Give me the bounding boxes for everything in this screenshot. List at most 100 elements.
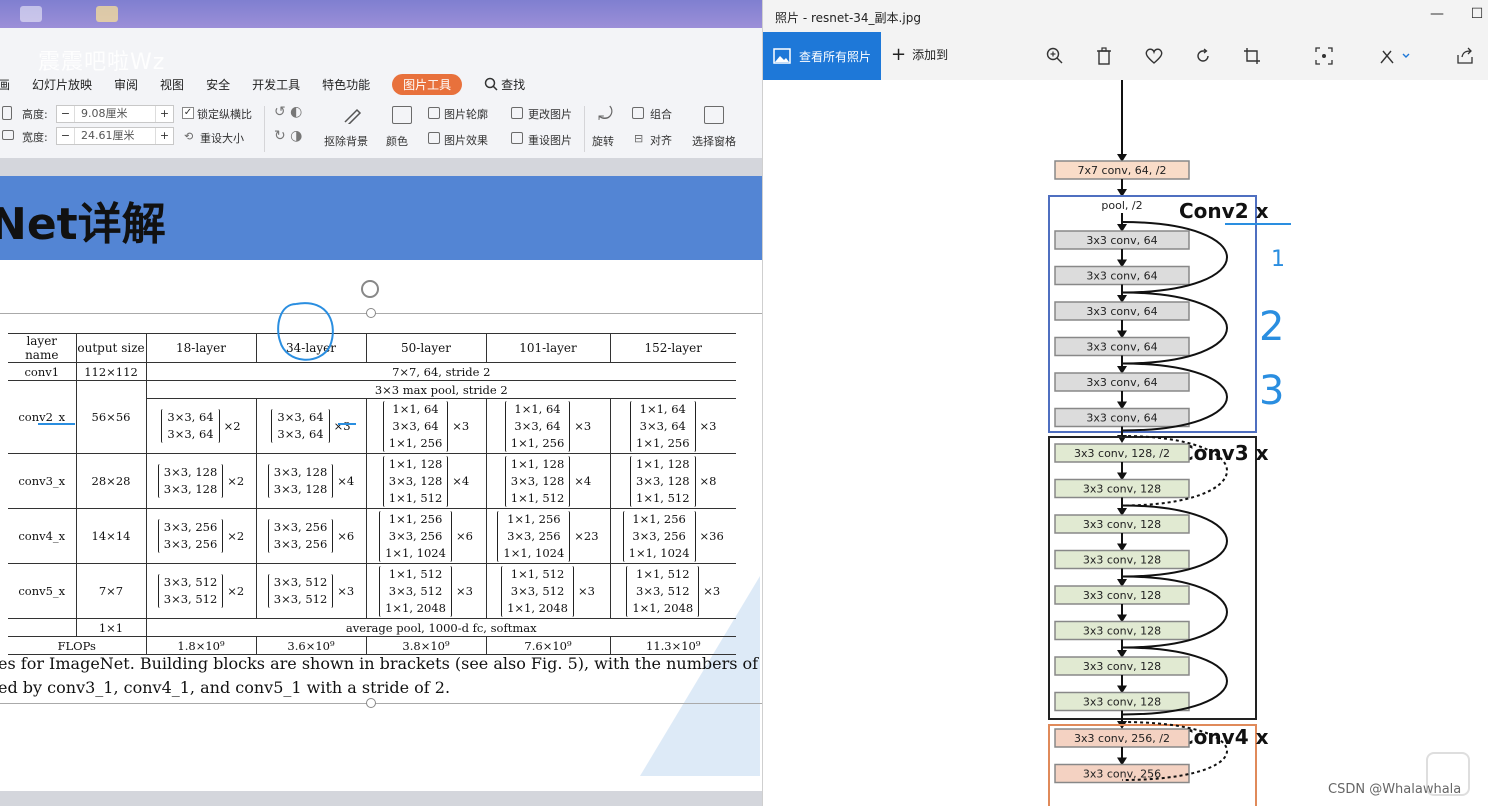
tab-picture-tools[interactable]: 图片工具 [392, 73, 463, 95]
conv3-label: Conv3 x [1179, 441, 1269, 465]
align-icon: ⊟ [634, 132, 644, 145]
reset-size-icon: ⟲ [184, 130, 194, 143]
group-icon [632, 107, 644, 119]
outline-icon [428, 107, 440, 119]
view-all-photos-label: 查看所有照片 [799, 49, 872, 64]
conv-layer-label: 3x3 conv, 128 [1083, 696, 1161, 709]
crop-icon[interactable] [1242, 46, 1262, 66]
conv-layer-label: 3x3 conv, 128 [1083, 625, 1161, 638]
reset-picture-icon [511, 132, 523, 144]
desktop-icon[interactable] [20, 6, 42, 22]
handwriting-annotations [38, 302, 356, 425]
change-picture-icon [511, 107, 523, 119]
picture-effect-button[interactable]: 图片效果 [444, 132, 488, 148]
width-field[interactable]: − 24.61厘米 + [56, 127, 174, 145]
resnet-diagram: 7x7 conv, 64, /2 pool, /2 Conv2 x 3x3 conv,… [1048, 80, 1291, 806]
add-to-label: 添加到 [912, 48, 949, 62]
handwriting-number: 1 [1271, 247, 1285, 272]
pool-label: pool, /2 [1101, 199, 1142, 212]
conv-layer-label: 3x3 conv, 256 [1083, 768, 1161, 781]
rotate-pic-icon[interactable]: ↻ ◑ [274, 128, 302, 144]
heart-icon[interactable] [1144, 46, 1164, 66]
crop-shape-icon[interactable]: ↺ ◐ [274, 104, 302, 120]
selection-pane-icon [704, 106, 724, 124]
zoom-in-icon[interactable] [1045, 46, 1065, 66]
remove-background-icon [342, 106, 362, 126]
photos-toolbar: 查看所有照片 + 添加到 [763, 32, 1488, 80]
enhance-icon[interactable] [1314, 46, 1334, 66]
folder-icon[interactable] [96, 6, 118, 22]
width-value: 24.61厘米 [81, 129, 135, 142]
width-increment-button[interactable]: + [155, 128, 173, 144]
change-picture-button[interactable]: 更改图片 [528, 106, 572, 122]
search-label: 查找 [501, 77, 526, 92]
group-button[interactable]: 组合 [650, 106, 672, 122]
conv-layer-label: 3x3 conv, 256, /2 [1074, 732, 1170, 745]
conv-layer-label: 3x3 conv, 64 [1086, 376, 1157, 389]
tab-security[interactable]: 安全 [206, 76, 230, 93]
slide[interactable]: Net详解 layer name output size 18-layer 34… [0, 176, 762, 791]
photo-icon [773, 48, 791, 64]
tab-view[interactable]: 视图 [160, 76, 184, 93]
conv-layer-label: 3x3 conv, 128 [1083, 483, 1161, 496]
menu-tabs: 画 幻灯片放映 审阅 视图 安全 开发工具 特色功能 图片工具 查找 [0, 72, 547, 96]
align-button[interactable]: 对齐 [650, 132, 672, 148]
lock-ratio-label: 锁定纵横比 [197, 108, 252, 121]
search-icon [484, 77, 498, 91]
conv-layer-label: 3x3 conv, 128 [1083, 660, 1161, 673]
effect-icon [428, 132, 440, 144]
remove-background-button[interactable]: 抠除背景 [324, 133, 368, 149]
tab-slideshow[interactable]: 幻灯片放映 [32, 76, 92, 93]
window-title: 照片 - resnet-34_副本.jpg [775, 11, 921, 25]
picture-outline-button[interactable]: 图片轮廓 [444, 106, 488, 122]
ribbon-tools: 高度: − 9.08厘米 + 宽度: − 24.61厘米 + ✓ 锁定纵横比 ⟲… [0, 102, 762, 154]
selection-pane-button[interactable]: 选择窗格 [692, 133, 736, 149]
ribbon-separator [264, 106, 265, 152]
height-increment-button[interactable]: + [155, 106, 173, 122]
conv-layer-label: 3x3 conv, 64 [1086, 270, 1157, 283]
width-label: 宽度: [22, 131, 48, 144]
edit-icon[interactable] [1379, 46, 1413, 66]
plus-icon: + [891, 43, 907, 65]
conv2-label: Conv2 x [1179, 199, 1269, 223]
conv-layer-label: 3x3 conv, 64 [1086, 412, 1157, 425]
slide-canvas: Net详解 layer name output size 18-layer 34… [0, 158, 762, 806]
reset-picture-button[interactable]: 重设图片 [528, 132, 572, 148]
handwriting-circle [277, 302, 334, 361]
share-icon[interactable] [1455, 46, 1475, 66]
rotate-icon: ⤾ [598, 104, 613, 125]
tab-search[interactable]: 查找 [484, 76, 525, 93]
conv-layer-label: 3x3 conv, 128, /2 [1074, 447, 1170, 460]
height-icon [2, 106, 12, 120]
conv-layer-label: 3x3 conv, 64 [1086, 341, 1157, 354]
tab-features[interactable]: 特色功能 [322, 76, 370, 93]
width-decrement-button[interactable]: − [57, 128, 75, 144]
handwriting-number: 2 [1259, 304, 1284, 350]
reset-size-button[interactable]: 重设大小 [200, 130, 244, 146]
conv-layer-label: 3x3 conv, 64 [1086, 305, 1157, 318]
view-all-photos-button[interactable]: 查看所有照片 [763, 32, 881, 80]
add-to-button[interactable]: + 添加到 [891, 43, 949, 65]
handwriting-number: 3 [1259, 368, 1284, 414]
conv-layer-label: 3x3 conv, 128 [1083, 589, 1161, 602]
photo-canvas[interactable]: 7x7 conv, 64, /2 pool, /2 Conv2 x 3x3 conv,… [763, 80, 1488, 806]
minimize-button[interactable]: — [1427, 6, 1447, 22]
tab-review[interactable]: 审阅 [114, 76, 138, 93]
conv-layer-label: 3x3 conv, 64 [1086, 234, 1157, 247]
tab-draw[interactable]: 画 [0, 76, 10, 93]
editor-title-strip [0, 0, 762, 28]
rotate-button[interactable]: 旋转 [592, 133, 614, 149]
color-button[interactable]: 颜色 [386, 133, 408, 149]
conv-layer-label: 3x3 conv, 128 [1083, 518, 1161, 531]
height-decrement-button[interactable]: − [57, 106, 75, 122]
screen: 震震吧啦Wz 画 幻灯片放映 审阅 视图 安全 开发工具 特色功能 图片工具 查… [0, 0, 1488, 806]
maximize-button[interactable]: ☐ [1467, 6, 1487, 22]
lock-ratio-checkbox[interactable]: ✓ [182, 107, 194, 119]
height-field[interactable]: − 9.08厘米 + [56, 105, 174, 123]
height-label: 高度: [22, 108, 48, 121]
rotate-icon[interactable] [1193, 46, 1213, 66]
conv4-label: Conv4 x [1179, 725, 1269, 749]
height-value: 9.08厘米 [81, 107, 128, 120]
delete-icon[interactable] [1094, 46, 1114, 66]
tab-developer[interactable]: 开发工具 [252, 76, 300, 93]
